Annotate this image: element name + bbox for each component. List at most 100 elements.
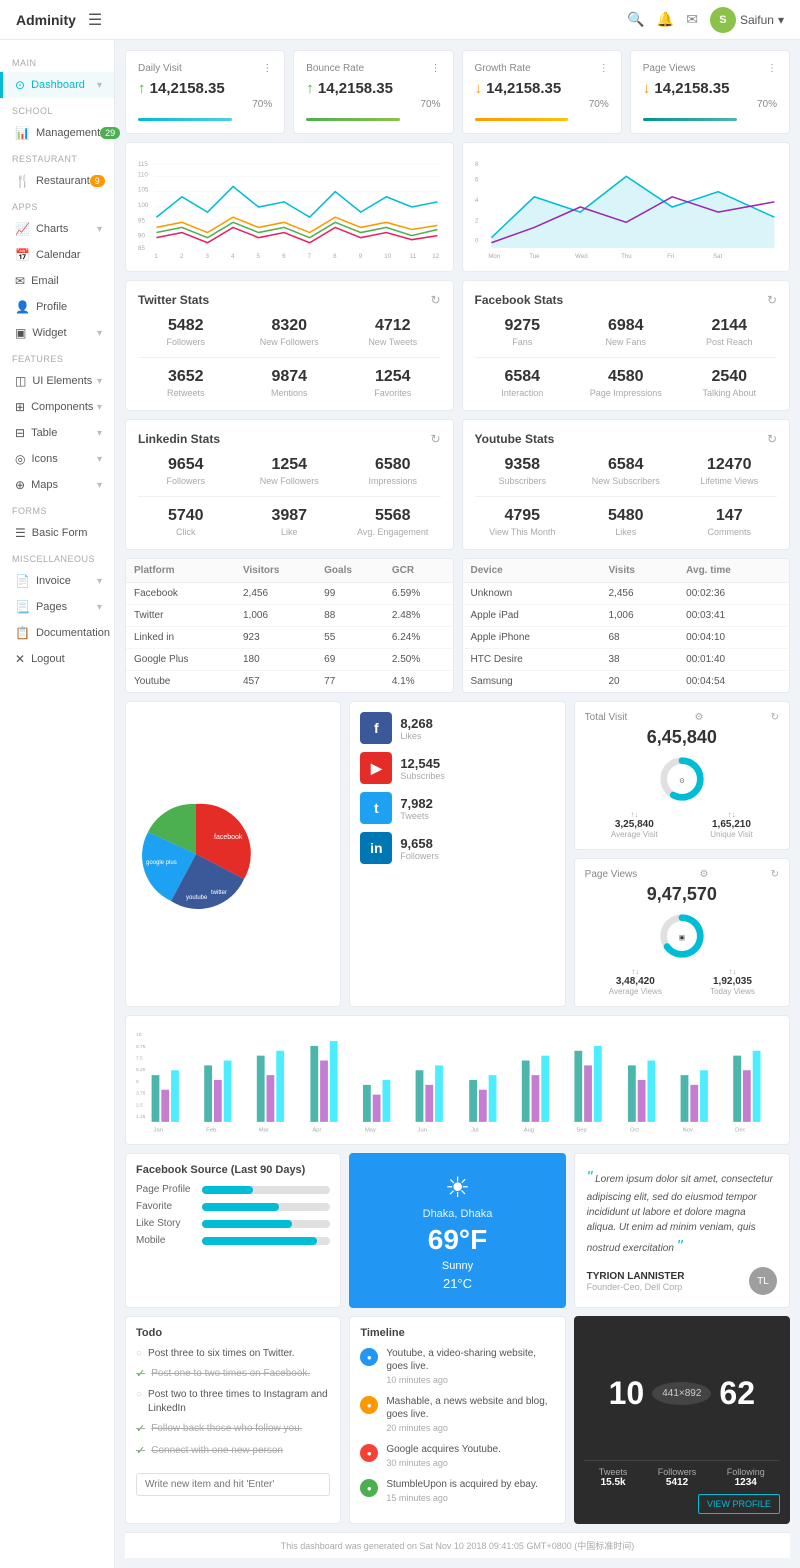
timeline-dot: ● xyxy=(360,1479,378,1497)
sidebar-item-ui-elements[interactable]: ◫UI Elements ▾ xyxy=(0,368,114,394)
twitter-followers: 5482 Followers xyxy=(138,317,234,347)
twitter-counter-card: 10 441×892 62 Tweets 15.5k Followers 541… xyxy=(574,1316,790,1524)
twitter-stats-card: Twitter Stats ↻ 5482 Followers 8320 New … xyxy=(125,280,454,411)
table-row: Samsung2000:04:54 xyxy=(463,671,790,693)
svg-text:6.25: 6.25 xyxy=(136,1067,146,1073)
todo-input[interactable] xyxy=(136,1473,330,1496)
svg-text:8: 8 xyxy=(333,253,337,260)
sidebar-item-components[interactable]: ⊞Components ▾ xyxy=(0,394,114,420)
checkmark-icon: ✓ xyxy=(136,1367,145,1382)
settings-icon[interactable]: ⚙ xyxy=(699,869,708,880)
li-avg-engagement: 5568 Avg. Engagement xyxy=(345,507,441,537)
svg-text:110: 110 xyxy=(138,171,148,178)
youtube-icon: ▶ xyxy=(360,752,392,784)
fb-new-fans: 6984 New Fans xyxy=(578,317,674,347)
more-icon[interactable]: ⋮ xyxy=(599,63,609,74)
svg-text:95: 95 xyxy=(138,217,145,224)
maps-icon: ⊕ xyxy=(15,478,25,492)
table-row: HTC Desire3800:01:40 xyxy=(463,649,790,671)
linkedin-icon: in xyxy=(360,832,392,864)
sidebar-item-pages[interactable]: 📃Pages ▾ xyxy=(0,594,114,620)
device-table: Device Visits Avg. time Unknown2,45600:0… xyxy=(462,558,791,693)
hamburger-icon[interactable]: ☰ xyxy=(88,10,102,30)
sidebar-item-charts[interactable]: 📈Charts ▾ xyxy=(0,216,114,242)
svg-text:6: 6 xyxy=(475,176,479,183)
svg-text:2.5: 2.5 xyxy=(136,1102,143,1108)
search-icon[interactable]: 🔍 xyxy=(627,11,644,28)
facebook-source-card: Facebook Source (Last 90 Days) Page Prof… xyxy=(125,1153,341,1308)
weather-icon: ☀ xyxy=(445,1171,470,1204)
more-icon[interactable]: ⋮ xyxy=(262,63,272,74)
refresh-icon[interactable]: ↻ xyxy=(771,712,779,723)
sidebar-item-management[interactable]: 📊 Management 29 xyxy=(0,120,114,146)
calendar-icon: 📅 xyxy=(15,248,30,262)
twitter-favorites: 1254 Favorites xyxy=(345,368,441,398)
sidebar-item-widget[interactable]: ▣Widget ▾ xyxy=(0,320,114,346)
sidebar-item-logout[interactable]: ✕Logout xyxy=(0,646,114,672)
svg-text:youtube: youtube xyxy=(186,895,208,901)
platform-table: Platform Visitors Goals GCR Facebook2,45… xyxy=(125,558,454,693)
svg-text:115: 115 xyxy=(138,161,148,168)
timeline-dot: ● xyxy=(360,1348,378,1366)
sidebar-item-dashboard[interactable]: ⊙ Dashboard ▾ xyxy=(0,72,114,98)
more-icon[interactable]: ⋮ xyxy=(767,63,777,74)
top-navigation: Adminity ☰ 🔍 🔔 ✉ S Saifun ▾ xyxy=(0,0,800,40)
svg-text:4: 4 xyxy=(231,253,235,260)
refresh-icon[interactable]: ↻ xyxy=(767,432,777,446)
form-icon: ☰ xyxy=(15,526,26,540)
refresh-icon[interactable]: ↻ xyxy=(767,293,777,307)
weather-card: ☀ Dhaka, Dhaka 69°F Sunny 21°C xyxy=(349,1153,565,1308)
list-item: ● Google acquires Youtube. 30 minutes ag… xyxy=(360,1443,554,1468)
sidebar-item-icons[interactable]: ◎Icons ▾ xyxy=(0,446,114,472)
table-row: Apple iPad1,00600:03:41 xyxy=(463,605,790,627)
sidebar-section-main: MAIN ⊙ Dashboard ▾ xyxy=(0,50,114,98)
sidebar-item-restaurant[interactable]: 🍴 Restaurant 9 xyxy=(0,168,114,194)
sidebar-item-calendar[interactable]: 📅Calendar xyxy=(0,242,114,268)
sidebar-item-invoice[interactable]: 📄Invoice ▾ xyxy=(0,568,114,594)
facebook-link: f 8,268 Likes xyxy=(360,712,554,744)
list-item: ○Post three to six times on Twitter. xyxy=(136,1347,330,1361)
sidebar-section-misc: MISCELLANEOUS 📄Invoice ▾ 📃Pages ▾ 📋Docum… xyxy=(0,546,114,672)
timeline-dot: ● xyxy=(360,1396,378,1414)
fb-fans: 9275 Fans xyxy=(475,317,571,347)
mail-icon[interactable]: ✉ xyxy=(686,11,698,28)
svg-text:1.25: 1.25 xyxy=(136,1114,146,1120)
user-menu[interactable]: S Saifun ▾ xyxy=(710,7,784,33)
settings-icon[interactable]: ⚙ xyxy=(694,712,703,723)
refresh-icon[interactable]: ↻ xyxy=(430,432,440,446)
list-item: ○Post two to three times to Instagram an… xyxy=(136,1388,330,1416)
twitter-icon: t xyxy=(360,792,392,824)
svg-text:twitter: twitter xyxy=(211,890,227,896)
sidebar-item-profile[interactable]: 👤Profile xyxy=(0,294,114,320)
svg-text:2: 2 xyxy=(180,253,184,260)
li-followers: 9654 Followers xyxy=(138,456,234,486)
twitter-new-followers: 8320 New Followers xyxy=(242,317,338,347)
twitter-following-stat: Following 1234 xyxy=(727,1467,765,1488)
sidebar-item-basic-form[interactable]: ☰Basic Form xyxy=(0,520,114,546)
fb-source-mobile: Mobile xyxy=(136,1235,330,1246)
sidebar-item-email[interactable]: ✉Email xyxy=(0,268,114,294)
svg-text:Jul: Jul xyxy=(471,1128,478,1134)
bullet-icon: ○ xyxy=(136,1347,142,1361)
refresh-icon[interactable]: ↻ xyxy=(771,869,779,880)
fb-post-reach: 2144 Post Reach xyxy=(682,317,778,347)
svg-text:7: 7 xyxy=(308,253,312,260)
progress-bar xyxy=(475,118,569,121)
table-icon: ⊟ xyxy=(15,426,25,440)
sidebar-item-table[interactable]: ⊟Table ▾ xyxy=(0,420,114,446)
monthly-bar-chart: Jan Feb Mar Apr May Jun Jul Aug Sep Oct … xyxy=(125,1015,790,1145)
more-icon[interactable]: ⋮ xyxy=(431,63,441,74)
svg-text:5: 5 xyxy=(257,253,261,260)
bell-icon[interactable]: 🔔 xyxy=(657,11,674,28)
svg-text:85: 85 xyxy=(138,245,145,252)
refresh-icon[interactable]: ↻ xyxy=(430,293,440,307)
table-row: Linked in923556.24% xyxy=(126,627,453,649)
sidebar-item-documentation[interactable]: 📋Documentation xyxy=(0,620,114,646)
sidebar-item-maps[interactable]: ⊕Maps ▾ xyxy=(0,472,114,498)
view-profile-button[interactable]: VIEW PROFILE xyxy=(698,1494,780,1514)
yt-subscribers: 9358 Subscribers xyxy=(475,456,571,486)
line-chart-right: 8 6 4 2 0 Mon Tue Wed Thu Fri Sat xyxy=(462,142,791,272)
pie-chart-card: facebook twitter google plus youtube xyxy=(125,701,341,1007)
twitter-mentions: 9874 Mentions xyxy=(242,368,338,398)
svg-text:Jan: Jan xyxy=(154,1128,163,1134)
